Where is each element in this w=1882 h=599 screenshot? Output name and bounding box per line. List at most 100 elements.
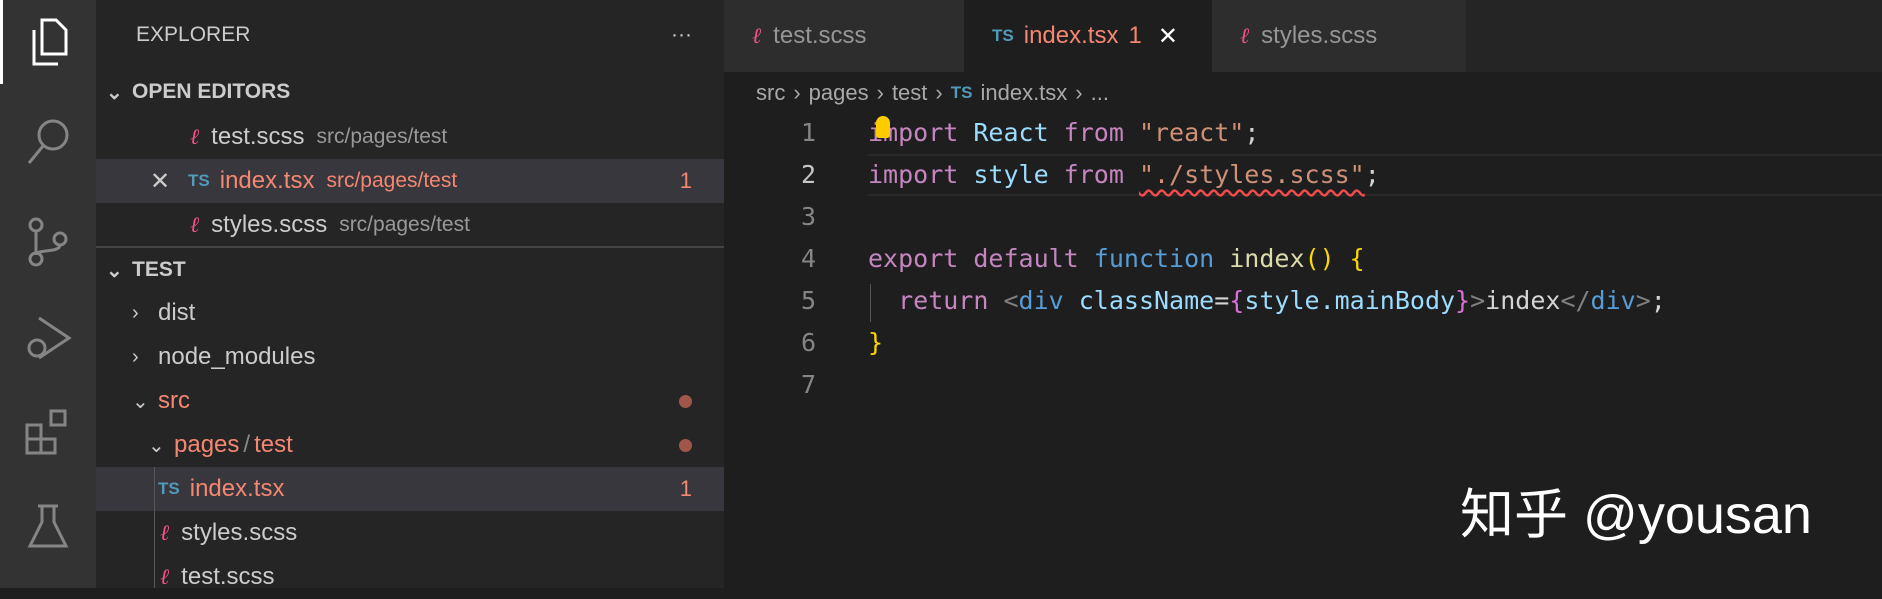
code-line-2[interactable]: import style from "./styles.scss"; (868, 154, 1380, 196)
file-name: index.tsx (219, 167, 315, 194)
sass-icon: ℓ (190, 125, 200, 150)
token: { (1334, 244, 1365, 273)
token: style (958, 160, 1049, 189)
code-line-4[interactable]: export default function index() { (868, 238, 1365, 280)
path-separator: / (243, 431, 251, 458)
tab-test-scss[interactable]: ℓ test.scss (724, 0, 964, 72)
token: className (1063, 286, 1215, 315)
open-editor-item[interactable]: ℓ test.scss src/pages/test (96, 115, 724, 159)
open-editors-header[interactable]: ⌄ OPEN EDITORS (96, 70, 724, 114)
tree-item-dist[interactable]: › dist (96, 291, 724, 335)
run-debug-icon[interactable] (0, 295, 96, 379)
chevron-down-icon: ⌄ (132, 390, 149, 413)
token: function (1078, 244, 1215, 273)
breadcrumb-item[interactable]: pages (809, 80, 869, 106)
tab-label: index.tsx (1023, 22, 1119, 49)
close-icon[interactable]: ✕ (1158, 22, 1178, 51)
token: index (1214, 244, 1305, 273)
folder-name: src (158, 387, 190, 414)
token: ; (1364, 160, 1380, 189)
code-line-5[interactable]: return <div className={style.mainBody}>i… (868, 280, 1666, 322)
tab-styles-scss[interactable]: ℓ styles.scss (1212, 0, 1466, 72)
error-token: "./styles.scss" (1138, 160, 1365, 189)
ts-icon: TS (188, 171, 210, 190)
token: < (1003, 286, 1019, 315)
modified-dot (679, 438, 692, 452)
explorer-icon[interactable] (0, 0, 96, 84)
file-name: styles.scss (211, 211, 328, 238)
tab-index-tsx[interactable]: TS index.tsx 1 ✕ (964, 0, 1212, 72)
editor-tabs: ℓ test.scss TS index.tsx 1 ✕ ℓ styles.scss (724, 0, 1882, 72)
token: div (1590, 286, 1636, 315)
token: React (958, 118, 1049, 147)
token: style.mainBody (1244, 286, 1456, 315)
explorer-title-text: EXPLORER (136, 23, 251, 46)
line-number: 5 (800, 286, 816, 315)
search-icon[interactable] (0, 100, 96, 184)
line-number: 4 (800, 244, 816, 273)
extensions-icon[interactable] (0, 390, 96, 474)
sass-icon: ℓ (752, 24, 762, 49)
lightbulb-icon[interactable] (876, 116, 890, 138)
chevron-right-icon: › (132, 301, 139, 324)
file-name: index.tsx (189, 475, 285, 502)
token: default (958, 244, 1079, 273)
sass-icon: ℓ (190, 213, 200, 238)
activity-bar (0, 0, 96, 588)
ts-icon: TS (992, 26, 1014, 45)
open-editor-item[interactable]: ℓ styles.scss src/pages/test (96, 203, 724, 247)
tree-item-test-scss[interactable]: ℓ test.scss (96, 555, 724, 599)
code-line-1[interactable]: import React from "react"; (868, 112, 1259, 154)
token: </ (1560, 286, 1591, 315)
token: > (1470, 286, 1486, 315)
testing-icon[interactable] (0, 485, 96, 569)
project-label: TEST (132, 258, 186, 281)
token: ; (1650, 286, 1666, 315)
file-name: styles.scss (181, 519, 298, 546)
chevron-down-icon: ⌄ (106, 259, 123, 282)
breadcrumb-item[interactable]: ... (1091, 80, 1109, 106)
watermark: 知乎 @yousan (1460, 485, 1812, 545)
sass-icon: ℓ (1240, 24, 1250, 49)
breadcrumb-item[interactable]: test (892, 80, 927, 106)
breadcrumb-item[interactable]: src (756, 80, 785, 106)
code-line-6[interactable]: } (868, 322, 883, 364)
token: = (1214, 286, 1230, 315)
line-number: 6 (800, 328, 816, 357)
tree-item-index-tsx[interactable]: TS index.tsx 1 (96, 467, 724, 511)
tree-item-src[interactable]: ⌄ src (96, 379, 724, 423)
folder-name: node_modules (158, 343, 316, 370)
file-path: src/pages/test (326, 169, 458, 192)
line-number: 3 (800, 202, 816, 231)
token: { (1229, 286, 1245, 315)
ts-icon: TS (158, 479, 180, 498)
chevron-right-icon: › (876, 80, 884, 105)
token: index (1485, 286, 1561, 315)
project-header[interactable]: ⌄ TEST (96, 248, 724, 292)
token: from (1048, 160, 1124, 189)
token: "react" (1123, 118, 1245, 147)
token: () (1304, 244, 1335, 273)
explorer-title: EXPLORER ··· (96, 13, 724, 57)
token: from (1048, 118, 1124, 147)
sass-icon: ℓ (160, 565, 170, 590)
ts-icon: TS (950, 83, 973, 102)
open-editor-item[interactable]: ✕ TS index.tsx src/pages/test 1 (96, 159, 724, 203)
breadcrumb-item[interactable]: index.tsx (980, 80, 1067, 106)
tree-item-pages-test[interactable]: ⌄ pages / test (96, 423, 724, 467)
chevron-right-icon: › (793, 80, 801, 105)
close-icon[interactable]: ✕ (150, 167, 188, 196)
folder-name: test (254, 431, 293, 458)
tab-label: styles.scss (1261, 22, 1378, 49)
token: div (1018, 286, 1064, 315)
sass-icon: ℓ (160, 521, 170, 546)
tree-item-styles-scss[interactable]: ℓ styles.scss (96, 511, 724, 555)
open-editors-label: OPEN EDITORS (132, 80, 291, 103)
source-control-icon[interactable] (0, 200, 96, 284)
tree-item-node-modules[interactable]: › node_modules (96, 335, 724, 379)
file-name: test.scss (211, 123, 305, 150)
token: return (868, 286, 1004, 315)
more-actions-button[interactable]: ··· (671, 23, 692, 47)
chevron-right-icon: › (132, 345, 139, 368)
